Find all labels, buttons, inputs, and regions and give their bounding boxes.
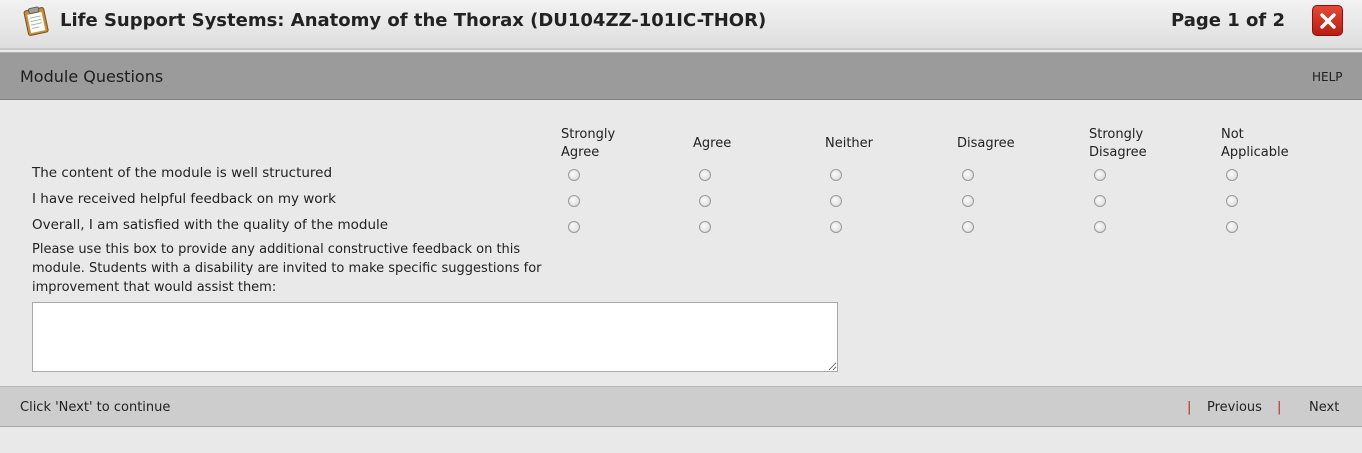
section-title: Module Questions: [20, 67, 164, 86]
q2-disagree-radio[interactable]: [962, 195, 974, 207]
page-indicator: Page 1 of 2: [1171, 10, 1285, 31]
previous-link[interactable]: Previous: [1207, 400, 1262, 415]
column-header-strongly-agree: Strongly Agree: [561, 127, 616, 160]
window-title: Life Support Systems: Anatomy of the Tho…: [60, 10, 767, 31]
column-header-neither: Neither: [825, 136, 874, 151]
q3-strongly-agree-radio[interactable]: [568, 221, 580, 233]
question-label: The content of the module is well struct…: [32, 165, 333, 181]
nav-separator: |: [1277, 400, 1282, 415]
section-header: Module Questions HELP: [0, 52, 1362, 100]
q1-agree-radio[interactable]: [699, 169, 711, 181]
q3-strongly-disagree-radio[interactable]: [1094, 221, 1106, 233]
title-bar: Life Support Systems: Anatomy of the Tho…: [0, 0, 1362, 50]
q2-strongly-disagree-radio[interactable]: [1094, 195, 1106, 207]
question-label: I have received helpful feedback on my w…: [32, 191, 336, 207]
q2-not-applicable-radio[interactable]: [1226, 195, 1238, 207]
q2-strongly-agree-radio[interactable]: [568, 195, 580, 207]
q1-not-applicable-radio[interactable]: [1226, 169, 1238, 181]
feedback-textarea[interactable]: [32, 302, 838, 372]
footer-instruction: Click 'Next' to continue: [20, 400, 171, 415]
q3-not-applicable-radio[interactable]: [1226, 221, 1238, 233]
column-header-not-applicable: Not Applicable: [1221, 127, 1289, 160]
column-header-disagree: Disagree: [957, 136, 1015, 151]
close-button[interactable]: [1312, 5, 1343, 36]
nav-separator: |: [1187, 400, 1192, 415]
close-icon: [1320, 13, 1336, 29]
clipboard-icon: [20, 5, 52, 37]
q1-disagree-radio[interactable]: [962, 169, 974, 181]
q2-agree-radio[interactable]: [699, 195, 711, 207]
column-header-agree: Agree: [693, 136, 732, 151]
column-header-strongly-disagree: Strongly Disagree: [1089, 127, 1147, 160]
q2-neither-radio[interactable]: [830, 195, 842, 207]
q1-neither-radio[interactable]: [830, 169, 842, 181]
next-link[interactable]: Next: [1309, 400, 1339, 415]
q1-strongly-disagree-radio[interactable]: [1094, 169, 1106, 181]
q3-agree-radio[interactable]: [699, 221, 711, 233]
question-label: Overall, I am satisfied with the quality…: [32, 217, 389, 233]
help-link[interactable]: HELP: [1312, 70, 1343, 84]
feedback-prompt: Please use this box to provide any addit…: [32, 242, 542, 295]
q3-disagree-radio[interactable]: [962, 221, 974, 233]
q3-neither-radio[interactable]: [830, 221, 842, 233]
q1-strongly-agree-radio[interactable]: [568, 169, 580, 181]
footer-bar: Click 'Next' to continue | Previous | Ne…: [0, 386, 1362, 427]
